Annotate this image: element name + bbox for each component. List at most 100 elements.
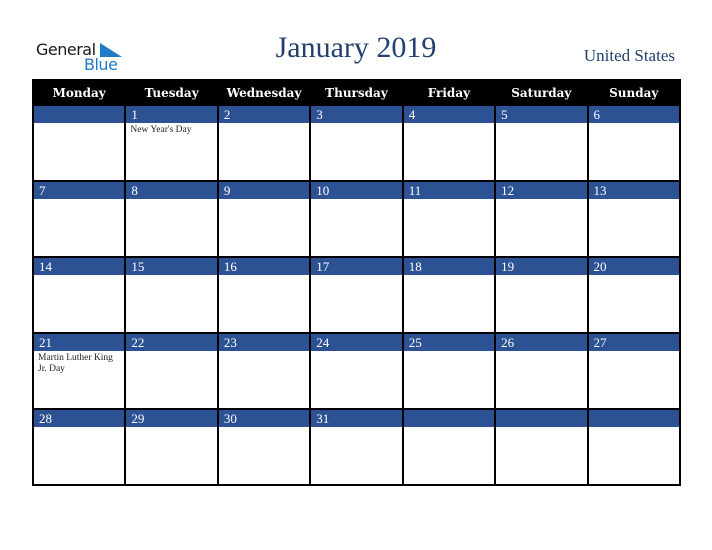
day-number: 2 (218, 106, 310, 123)
day-number: 28 (34, 410, 125, 427)
holiday-label (311, 275, 401, 277)
holiday-label (126, 275, 216, 277)
holiday-label (34, 199, 124, 201)
day-cell[interactable]: 24 (309, 332, 404, 410)
day-cell[interactable] (31, 104, 127, 182)
day-cell[interactable]: 2 (216, 104, 312, 182)
day-number: 7 (34, 182, 125, 199)
day-cell[interactable] (586, 408, 682, 486)
holiday-label (496, 351, 586, 353)
day-cell[interactable]: 20 (586, 256, 682, 334)
day-cell[interactable]: 18 (401, 256, 497, 334)
holiday-label (589, 351, 679, 353)
holiday-label (126, 427, 216, 429)
day-cell[interactable]: 27 (586, 332, 682, 410)
day-number: 10 (311, 182, 402, 199)
day-cell[interactable]: 16 (216, 256, 312, 334)
day-cell[interactable] (401, 408, 497, 486)
holiday-label: New Year's Day (130, 125, 192, 135)
country-label: United States (583, 46, 675, 65)
day-number: 8 (126, 182, 217, 199)
day-cell[interactable]: 13 (586, 180, 682, 258)
holiday-label (404, 351, 494, 353)
week-row: 7 8 9 10 11 12 13 (31, 180, 682, 258)
day-number: 30 (218, 410, 310, 427)
week-row: 1 New Year's Day 2 3 4 5 6 (31, 104, 682, 182)
weekday-header-tuesday: Tuesday (124, 79, 219, 106)
day-cell[interactable]: 30 (216, 408, 312, 486)
day-cell[interactable]: 14 (31, 256, 127, 334)
day-number: 11 (403, 182, 495, 199)
day-cell[interactable]: 3 (309, 104, 404, 182)
day-number: 5 (496, 106, 587, 123)
day-cell[interactable]: 6 (586, 104, 682, 182)
holiday-label (496, 275, 586, 277)
weekday-header-thursday: Thursday (309, 79, 404, 106)
holiday-label (34, 123, 124, 125)
holiday-label (126, 351, 216, 353)
day-number: 4 (403, 106, 495, 123)
holiday-label (496, 123, 586, 125)
calendar-grid: Monday Tuesday Wednesday Thursday Friday Satu… (31, 79, 682, 486)
day-cell[interactable]: 19 (494, 256, 589, 334)
holiday-label (311, 351, 401, 353)
holiday-label (589, 275, 679, 277)
day-number: 18 (403, 258, 495, 275)
day-number: 29 (126, 410, 217, 427)
day-number (588, 410, 679, 427)
holiday-label (404, 275, 494, 277)
day-number: 3 (311, 106, 402, 123)
week-row: 28 29 30 31 (31, 408, 682, 486)
weekday-header-monday: Monday (31, 79, 127, 106)
day-number: 6 (588, 106, 679, 123)
holiday-label (589, 199, 679, 201)
day-cell[interactable]: 21 Martin Luther King Jr. Day (31, 332, 127, 410)
day-cell[interactable]: 29 (124, 408, 219, 486)
day-cell[interactable]: 1 New Year's Day (124, 104, 219, 182)
day-cell[interactable]: 8 (124, 180, 219, 258)
holiday-label (589, 123, 679, 125)
day-number: 1 (126, 106, 217, 123)
day-number: 12 (496, 182, 587, 199)
day-cell[interactable]: 22 (124, 332, 219, 410)
holiday-label (404, 427, 494, 429)
day-cell[interactable]: 4 (401, 104, 497, 182)
day-cell[interactable]: 26 (494, 332, 589, 410)
holiday-label (404, 123, 494, 125)
day-cell[interactable]: 28 (31, 408, 127, 486)
day-number (403, 410, 495, 427)
holiday-label (219, 275, 309, 277)
day-cell[interactable]: 25 (401, 332, 497, 410)
day-number: 19 (496, 258, 587, 275)
day-number: 15 (126, 258, 217, 275)
holiday-label (311, 199, 401, 201)
week-row: 14 15 16 17 18 19 20 (31, 256, 682, 334)
day-cell[interactable]: 5 (494, 104, 589, 182)
day-number: 25 (403, 334, 495, 351)
holiday-label (589, 427, 679, 429)
day-cell[interactable]: 11 (401, 180, 497, 258)
holiday-label (219, 199, 309, 201)
day-number: 16 (218, 258, 310, 275)
weekday-header-row: Monday Tuesday Wednesday Thursday Friday Satu… (31, 79, 682, 106)
day-cell[interactable]: 10 (309, 180, 404, 258)
day-number: 22 (126, 334, 217, 351)
holiday-label (404, 199, 494, 201)
day-number: 24 (311, 334, 402, 351)
day-cell[interactable]: 17 (309, 256, 404, 334)
holiday-label (219, 123, 309, 125)
day-cell[interactable]: 15 (124, 256, 219, 334)
day-number: 20 (588, 258, 679, 275)
day-number: 9 (218, 182, 310, 199)
holiday-label (311, 123, 401, 125)
day-cell[interactable]: 23 (216, 332, 312, 410)
day-cell[interactable]: 9 (216, 180, 312, 258)
holiday-label (126, 199, 216, 201)
weekday-header-sunday: Sunday (586, 79, 682, 106)
day-cell[interactable]: 31 (309, 408, 404, 486)
holiday-label (34, 275, 124, 277)
day-cell[interactable]: 7 (31, 180, 127, 258)
holiday-label (219, 351, 309, 353)
day-cell[interactable]: 12 (494, 180, 589, 258)
day-cell[interactable] (494, 408, 589, 486)
